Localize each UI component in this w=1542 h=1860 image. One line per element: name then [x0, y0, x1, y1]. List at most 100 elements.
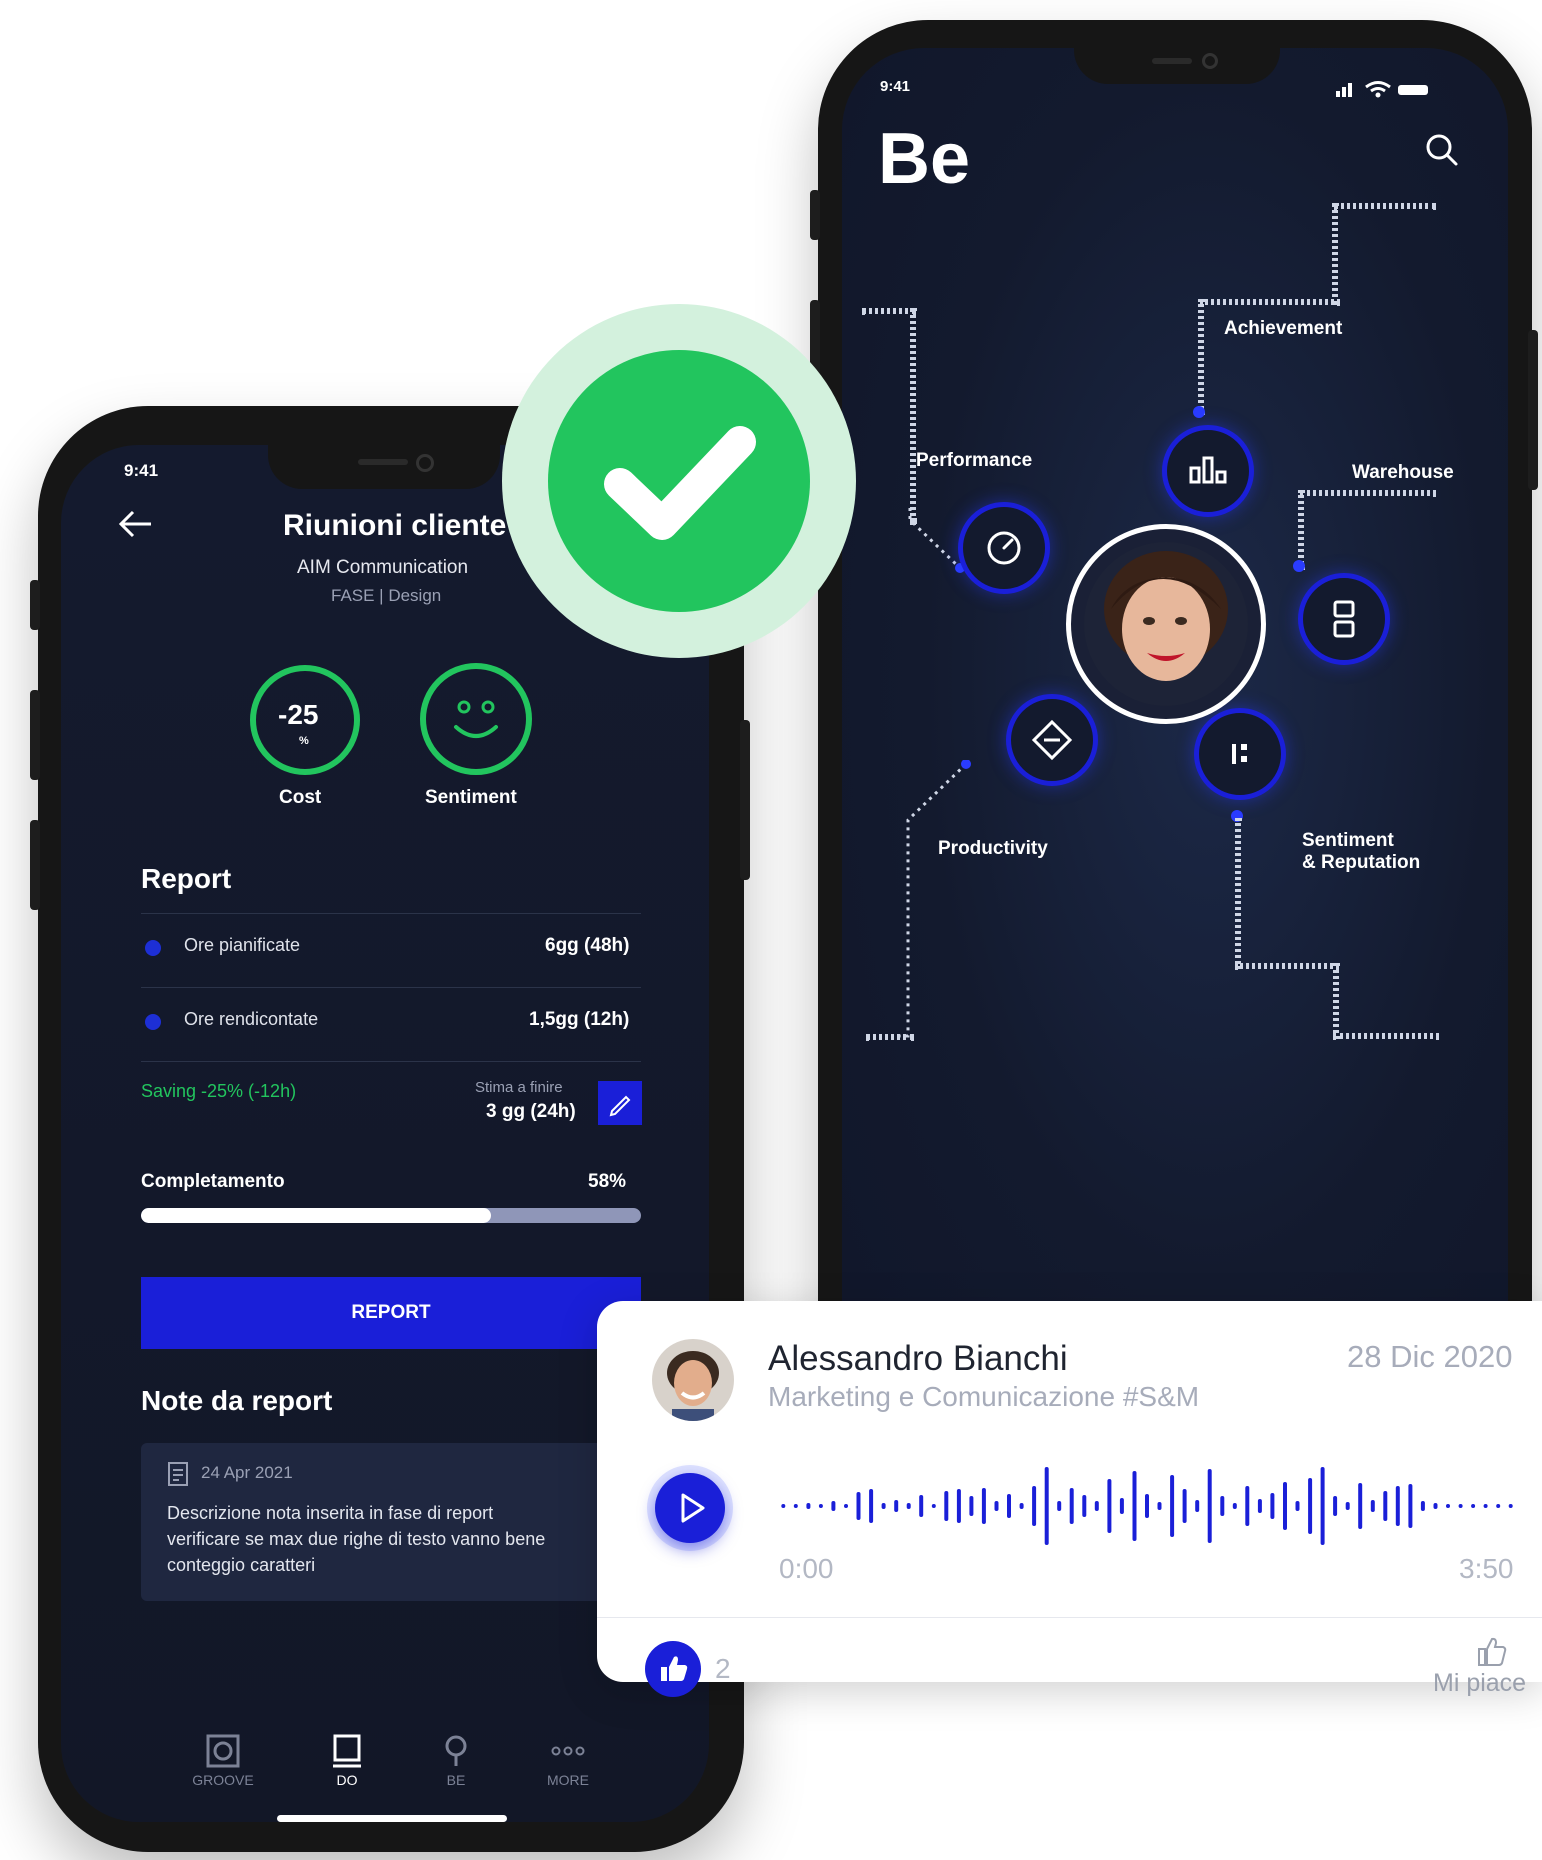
sentiment-label: Sentiment [425, 787, 517, 808]
waveform-bar [1395, 1486, 1400, 1526]
reported-dot [145, 1014, 161, 1030]
pencil-icon [609, 1095, 631, 1117]
diamond-icon [1031, 719, 1073, 761]
report-button[interactable]: REPORT [141, 1277, 641, 1349]
connector-line [1334, 203, 1436, 209]
waveform-bar [1044, 1467, 1049, 1545]
card-divider [597, 1617, 1542, 1618]
connector-line [1298, 490, 1304, 570]
edit-estimate-button[interactable] [598, 1081, 642, 1125]
note-text-line2: verificare se max due righe di testo van… [167, 1529, 546, 1549]
report-heading: Report [141, 863, 232, 894]
waveform-bar [1496, 1504, 1501, 1508]
waveform-bar [919, 1495, 924, 1517]
checkmark-icon [604, 426, 756, 540]
connector-line [1235, 818, 1241, 969]
smile-icon [454, 700, 498, 738]
achievement-button[interactable] [1162, 425, 1254, 517]
completion-fill [141, 1208, 491, 1223]
nav-be[interactable]: BE [401, 1733, 511, 1788]
connector-line [900, 760, 971, 1038]
sender-avatar[interactable] [652, 1339, 734, 1421]
right-phone-screen: 9:41 Be Achievement Performance Warehous… [842, 48, 1508, 1448]
productivity-label: Productivity [938, 838, 1048, 859]
warehouse-button[interactable] [1298, 573, 1390, 665]
note-text-line3: conteggio caratteri [167, 1555, 316, 1575]
connector-line [1200, 299, 1340, 305]
completion-value: 58% [588, 1171, 627, 1192]
right-notch [1074, 48, 1280, 84]
sentiment-label-line2: & Reputation [1302, 852, 1421, 873]
notes-heading: Note da report [141, 1385, 333, 1416]
saving-label: Saving -25% (-12h) [141, 1081, 297, 1101]
waveform-bar [1195, 1500, 1200, 1512]
nav-more[interactable]: MORE [513, 1733, 623, 1788]
waveform-bar [1082, 1495, 1087, 1517]
waveform-bar [1345, 1502, 1350, 1510]
connector-line [1300, 490, 1436, 496]
left-phone-side-button [30, 820, 40, 910]
connector-line [1333, 963, 1339, 1039]
left-phone-side-button [30, 690, 40, 780]
connector-line [910, 308, 916, 524]
waveform-bar [1308, 1478, 1313, 1534]
play-button[interactable] [647, 1465, 733, 1551]
like-button[interactable]: Mi piace [1427, 1635, 1542, 1697]
waveform-bar [1420, 1501, 1425, 1511]
bulb-icon [445, 1735, 467, 1766]
home-indicator [277, 1815, 507, 1822]
estimate-label: Stima a finire [475, 1079, 563, 1096]
more-dots-icon [551, 1746, 585, 1756]
note-text-line1: Descrizione nota inserita in fase di rep… [167, 1503, 494, 1523]
sentiment-reputation-button[interactable] [1194, 708, 1286, 800]
estimate-value: 3 gg (24h) [486, 1101, 576, 1122]
reputation-icon [1232, 744, 1247, 764]
nav-do[interactable]: DO [292, 1733, 402, 1788]
waveform-bar [869, 1489, 874, 1523]
groove-icon [206, 1734, 240, 1768]
connector-node [1293, 560, 1305, 572]
back-arrow-icon[interactable] [117, 509, 157, 539]
waveform-bar [1069, 1488, 1074, 1524]
be-title: Be [878, 119, 971, 199]
achievement-label: Achievement [1224, 318, 1343, 339]
completion-track [141, 1208, 641, 1223]
waveform-bar [1182, 1489, 1187, 1523]
waveform-bar [906, 1503, 911, 1509]
waveform-bar [1358, 1483, 1363, 1529]
waveform-bar [1119, 1498, 1124, 1514]
speedometer-icon [987, 531, 1021, 565]
message-date: 28 Dic 2020 [1347, 1339, 1513, 1374]
waveform-bar [994, 1501, 999, 1511]
page-title: Riunioni cliente [283, 509, 507, 542]
search-icon[interactable] [1424, 132, 1460, 168]
reported-label: Ore rendicontate [184, 1009, 319, 1029]
company-name: AIM Communication [297, 557, 469, 578]
waveform-bar [806, 1503, 811, 1509]
waveform-bar [1057, 1501, 1062, 1511]
waveform-bar [1483, 1504, 1488, 1508]
waveform-bar [1107, 1479, 1112, 1533]
right-phone-side-button [810, 190, 820, 240]
connector-line [1235, 963, 1339, 969]
likes-badge[interactable] [645, 1641, 701, 1697]
waveform-bar [944, 1491, 949, 1521]
audio-waveform[interactable] [777, 1461, 1517, 1551]
right-phone-side-button [1528, 330, 1538, 490]
productivity-button[interactable] [1006, 694, 1098, 786]
connector-line [866, 1034, 914, 1040]
thumbs-up-filled-icon [661, 1656, 688, 1681]
nav-groove[interactable]: GROOVE [168, 1733, 278, 1788]
voice-message-card: Alessandro Bianchi Marketing e Comunicaz… [597, 1301, 1542, 1697]
left-status-time: 9:41 [124, 461, 159, 480]
profile-avatar[interactable] [1066, 524, 1266, 724]
divider [141, 913, 641, 914]
waveform-bar [1157, 1502, 1162, 1510]
waveform-bar [1257, 1499, 1262, 1513]
waveform-bar [956, 1489, 961, 1523]
performance-button[interactable] [958, 502, 1050, 594]
sender-name: Alessandro Bianchi [768, 1339, 1068, 1378]
waveform-bar [844, 1504, 848, 1508]
success-badge-inner [548, 350, 810, 612]
waveform-bar [1446, 1504, 1450, 1508]
